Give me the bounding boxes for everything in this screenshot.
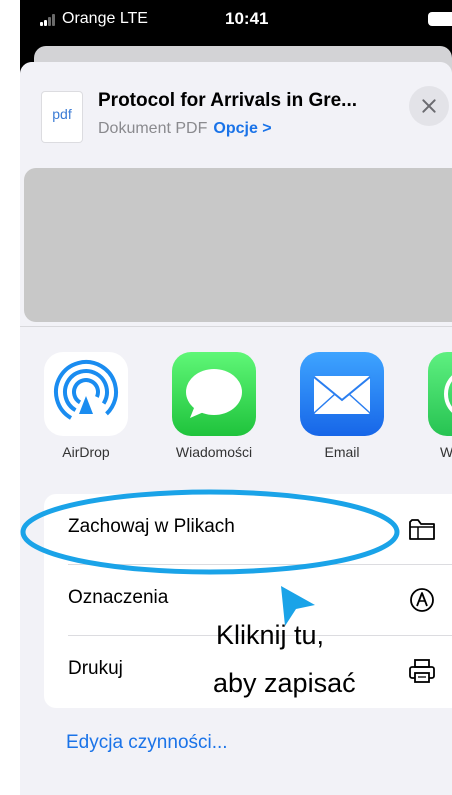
status-bar: Orange LTE 10:41 — [20, 0, 452, 44]
file-type: Dokument PDF — [98, 120, 208, 137]
share-app-label: AirDrop — [62, 444, 110, 460]
action-label: Oznaczenia — [68, 587, 169, 608]
close-button[interactable] — [409, 86, 449, 126]
share-app-label: Wiadomości — [175, 444, 253, 460]
share-app-airdrop[interactable]: AirDrop — [44, 352, 134, 460]
pdf-file-icon: pdf — [42, 92, 82, 142]
printer-icon — [409, 659, 435, 683]
share-sheet-header: pdf Protocol for Arrivals in Gre... Doku… — [20, 62, 452, 172]
action-label: Zachowaj w Plikach — [68, 516, 235, 537]
annotation-text-line2: aby zapisać — [213, 668, 356, 698]
file-title: Protocol for Arrivals in Gre... — [98, 90, 358, 111]
pdf-file-icon-label: pdf — [52, 106, 72, 122]
whatsapp-icon — [428, 352, 452, 436]
share-app-label: Wh — [440, 444, 452, 460]
mail-icon — [300, 352, 384, 436]
options-link[interactable]: Opcje > — [213, 120, 271, 137]
action-label: Drukuj — [68, 658, 123, 679]
folder-icon — [409, 519, 435, 540]
share-app-label: Email — [324, 444, 360, 460]
clock: 10:41 — [225, 9, 269, 28]
signal-strength-icon — [40, 14, 58, 26]
share-app-mail[interactable]: Email — [300, 352, 390, 460]
annotation-text-line1: Kliknij tu, — [216, 620, 325, 650]
share-app-whatsapp[interactable]: Wh — [428, 352, 452, 460]
markup-icon — [410, 588, 434, 612]
messages-icon — [172, 352, 256, 436]
edit-actions-link[interactable]: Edycja czynności... — [66, 732, 228, 754]
action-save-to-files[interactable]: Zachowaj w Plikach — [44, 494, 452, 564]
share-app-messages[interactable]: Wiadomości — [172, 352, 262, 460]
battery-icon — [428, 12, 452, 26]
airdrop-icon — [44, 352, 128, 436]
carrier-label: Orange LTE — [62, 10, 148, 27]
divider — [20, 326, 452, 327]
document-preview — [24, 168, 452, 322]
file-subtitle: Dokument PDF Opcje > — [98, 120, 272, 138]
